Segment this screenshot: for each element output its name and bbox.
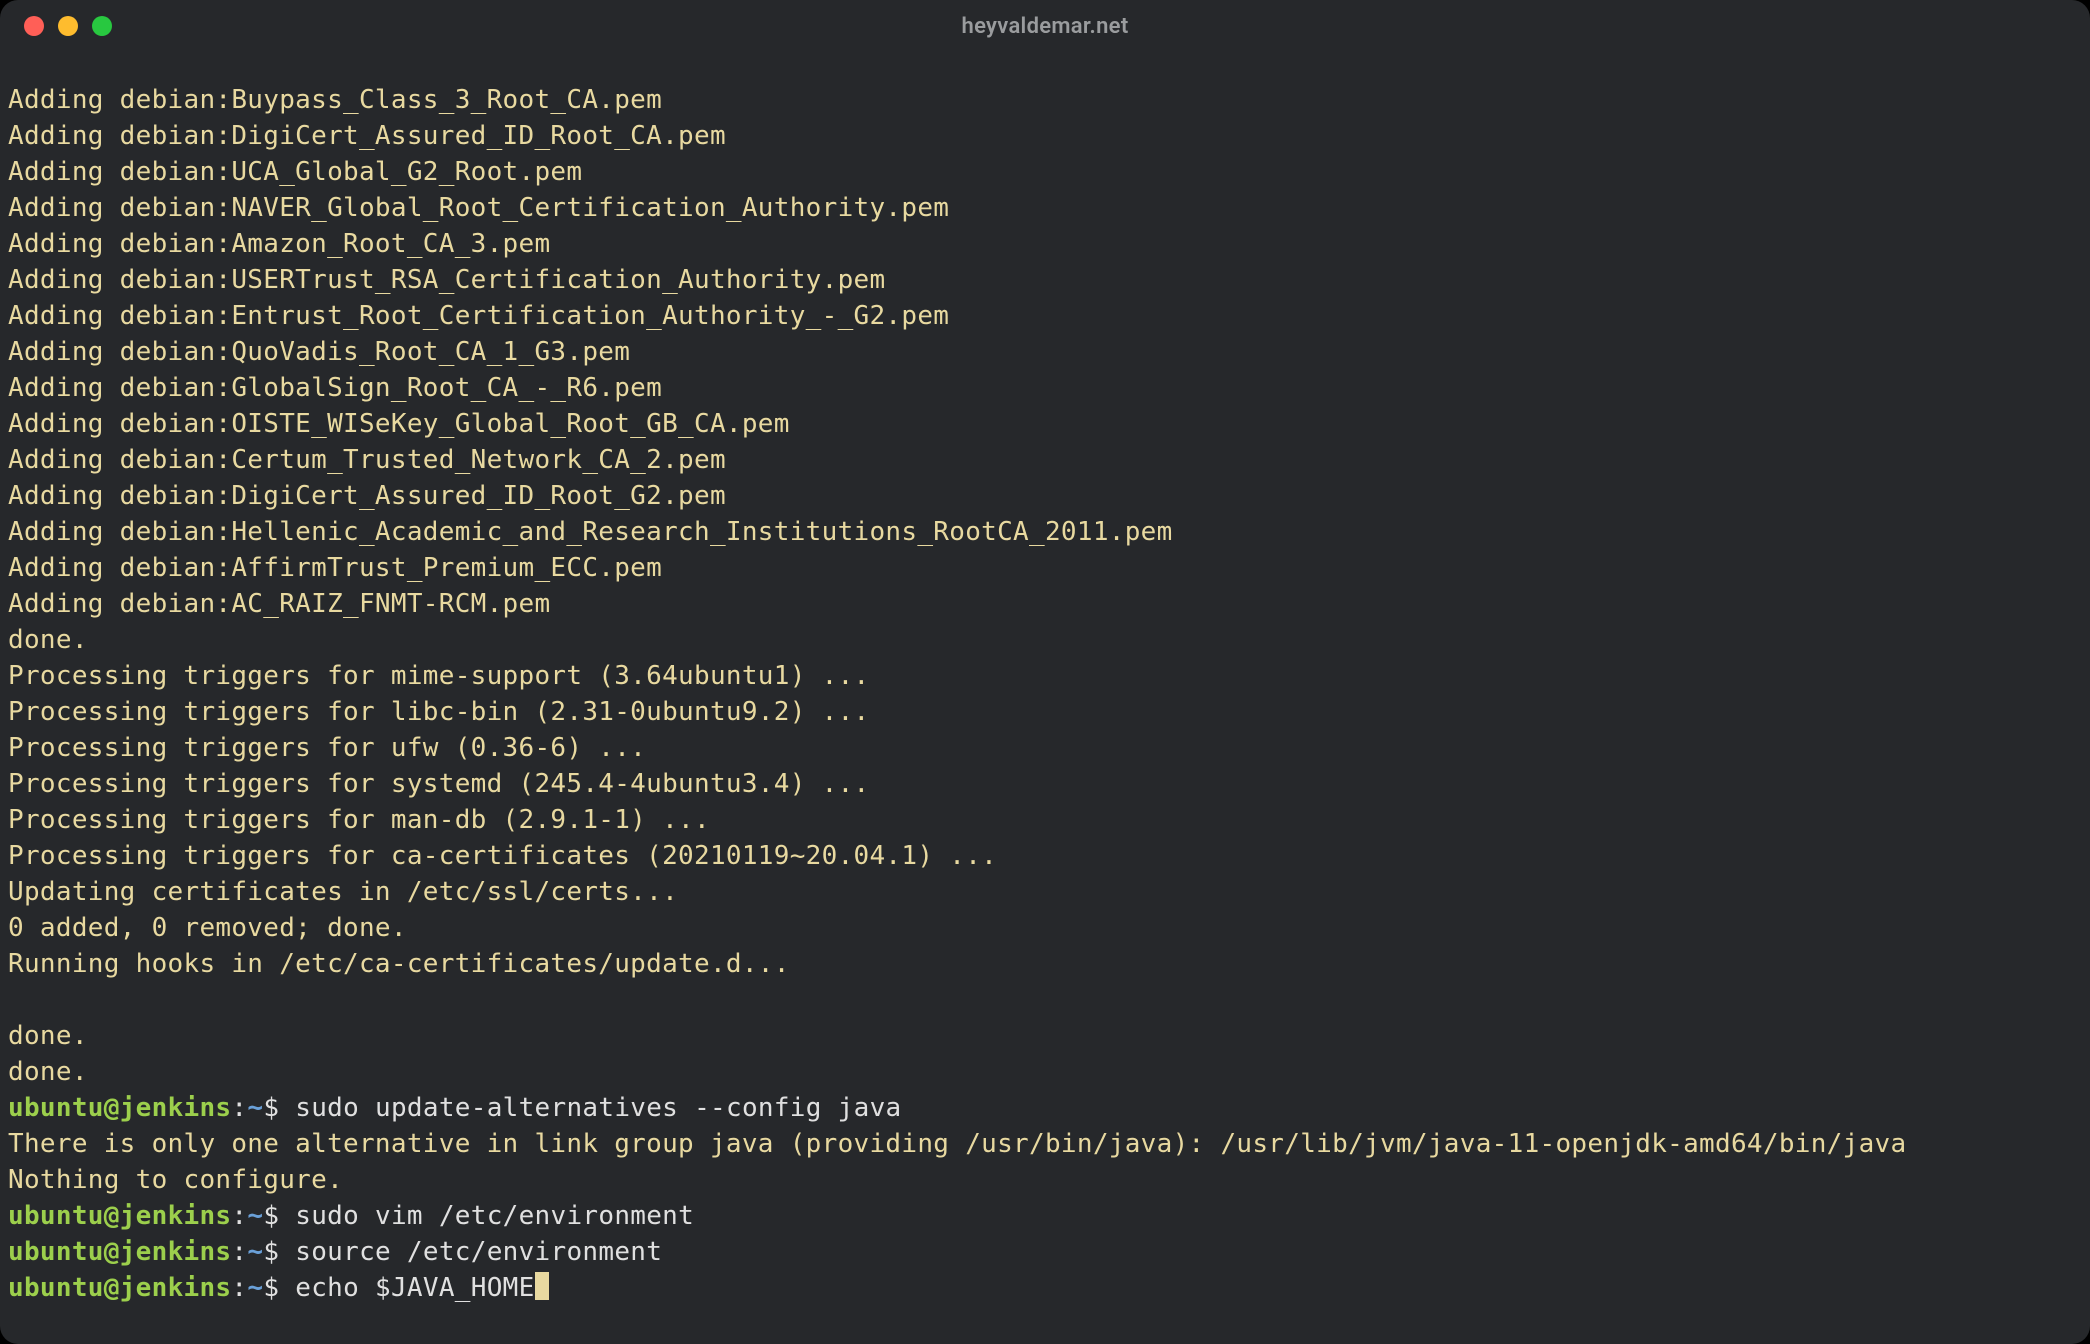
output-line: Nothing to configure. <box>8 1165 343 1195</box>
output-line: done. <box>8 1021 88 1051</box>
output-line: 0 added, 0 removed; done. <box>8 913 407 943</box>
prompt-at: @ <box>104 1201 120 1231</box>
terminal-body[interactable]: Adding debian:Buypass_Class_3_Root_CA.pe… <box>0 52 2090 1344</box>
prompt-dollar: $ <box>263 1201 295 1231</box>
output-line: Adding debian:OISTE_WISeKey_Global_Root_… <box>8 409 790 439</box>
command-text: echo $JAVA_HOME <box>295 1273 534 1303</box>
output-line: Adding debian:DigiCert_Assured_ID_Root_G… <box>8 481 726 511</box>
maximize-icon[interactable] <box>92 16 112 36</box>
output-line: Adding debian:NAVER_Global_Root_Certific… <box>8 193 949 223</box>
window-title: heyvaldemar.net <box>961 14 1128 39</box>
output-line: There is only one alternative in link gr… <box>8 1129 1906 1159</box>
prompt-host: jenkins <box>120 1237 232 1267</box>
prompt-user: ubuntu <box>8 1273 104 1303</box>
command-text: sudo vim /etc/environment <box>295 1201 694 1231</box>
output-line: Adding debian:Buypass_Class_3_Root_CA.pe… <box>8 85 662 115</box>
prompt-user: ubuntu <box>8 1237 104 1267</box>
prompt-host: jenkins <box>120 1273 232 1303</box>
prompt-path: ~ <box>247 1273 263 1303</box>
prompt-at: @ <box>104 1273 120 1303</box>
prompt-user: ubuntu <box>8 1093 104 1123</box>
prompt-dollar: $ <box>263 1273 295 1303</box>
output-line: Adding debian:Amazon_Root_CA_3.pem <box>8 229 550 259</box>
output-line: Processing triggers for ufw (0.36-6) ... <box>8 733 646 763</box>
prompt-dollar: $ <box>263 1093 295 1123</box>
output-line: Processing triggers for mime-support (3.… <box>8 661 869 691</box>
prompt-path: ~ <box>247 1093 263 1123</box>
output-line: Running hooks in /etc/ca-certificates/up… <box>8 949 790 979</box>
output-line: Adding debian:Entrust_Root_Certification… <box>8 301 949 331</box>
output-line: Adding debian:USERTrust_RSA_Certificatio… <box>8 265 885 295</box>
command-text: sudo update-alternatives --config java <box>295 1093 901 1123</box>
output-line: done. <box>8 625 88 655</box>
output-line: Adding debian:QuoVadis_Root_CA_1_G3.pem <box>8 337 630 367</box>
prompt-colon: : <box>231 1201 247 1231</box>
output-line: Processing triggers for libc-bin (2.31-0… <box>8 697 869 727</box>
output-line: Processing triggers for ca-certificates … <box>8 841 997 871</box>
output-line: Adding debian:AC_RAIZ_FNMT-RCM.pem <box>8 589 550 619</box>
prompt-colon: : <box>231 1273 247 1303</box>
prompt-user: ubuntu <box>8 1201 104 1231</box>
prompt-dollar: $ <box>263 1237 295 1267</box>
prompt-host: jenkins <box>120 1093 232 1123</box>
output-line: done. <box>8 1057 88 1087</box>
prompt-at: @ <box>104 1237 120 1267</box>
output-line: Adding debian:GlobalSign_Root_CA_-_R6.pe… <box>8 373 662 403</box>
output-line: Processing triggers for systemd (245.4-4… <box>8 769 869 799</box>
prompt-colon: : <box>231 1237 247 1267</box>
close-icon[interactable] <box>24 16 44 36</box>
terminal-output[interactable]: Adding debian:Buypass_Class_3_Root_CA.pe… <box>8 82 2082 1306</box>
prompt-path: ~ <box>247 1201 263 1231</box>
output-line: Adding debian:UCA_Global_G2_Root.pem <box>8 157 582 187</box>
command-text: source /etc/environment <box>295 1237 662 1267</box>
output-line: Processing triggers for man-db (2.9.1-1)… <box>8 805 710 835</box>
terminal-window: heyvaldemar.net Adding debian:Buypass_Cl… <box>0 0 2090 1344</box>
traffic-lights <box>24 0 112 52</box>
prompt-colon: : <box>231 1093 247 1123</box>
minimize-icon[interactable] <box>58 16 78 36</box>
output-line: Adding debian:AffirmTrust_Premium_ECC.pe… <box>8 553 662 583</box>
prompt-path: ~ <box>247 1237 263 1267</box>
prompt-at: @ <box>104 1093 120 1123</box>
titlebar: heyvaldemar.net <box>0 0 2090 52</box>
output-line: Updating certificates in /etc/ssl/certs.… <box>8 877 678 907</box>
cursor-icon <box>535 1272 549 1300</box>
output-line: Adding debian:Hellenic_Academic_and_Rese… <box>8 517 1173 547</box>
prompt-host: jenkins <box>120 1201 232 1231</box>
output-line: Adding debian:Certum_Trusted_Network_CA_… <box>8 445 726 475</box>
output-line: Adding debian:DigiCert_Assured_ID_Root_C… <box>8 121 726 151</box>
